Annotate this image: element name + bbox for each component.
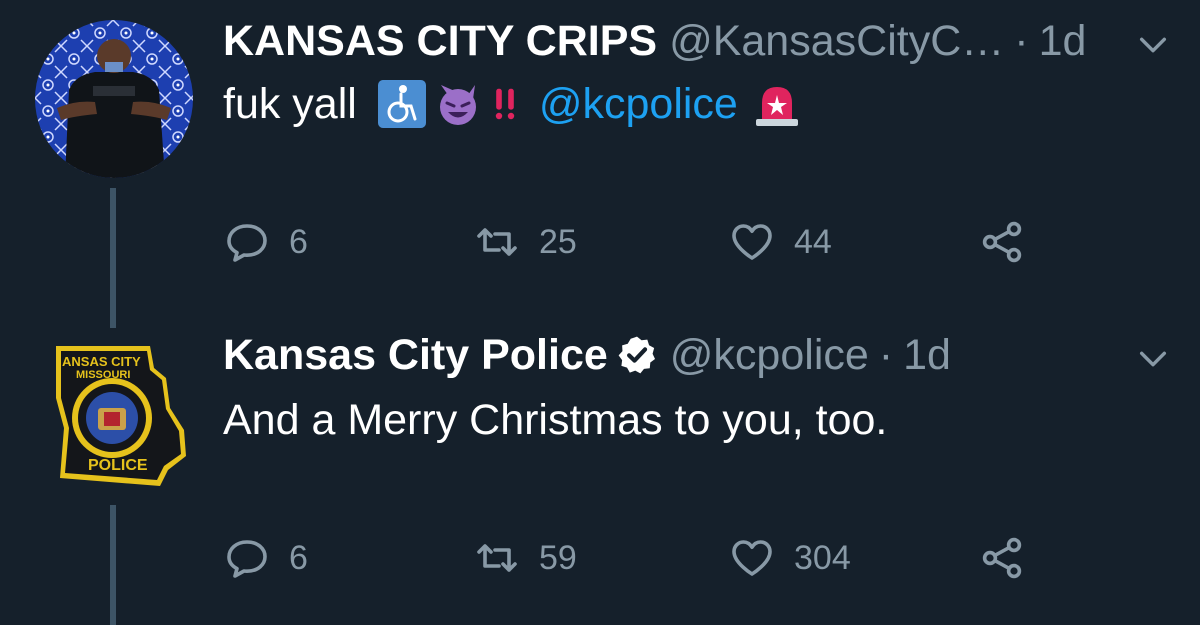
verified-badge-icon	[618, 336, 655, 374]
heart-icon	[732, 540, 772, 576]
reply-button[interactable]: 6	[223, 217, 308, 267]
chevron-down-icon[interactable]	[1136, 342, 1170, 376]
badge-sub-text: MISSOURI	[76, 369, 130, 381]
share-button[interactable]	[978, 533, 1044, 583]
wheelchair-emoji-icon	[377, 80, 426, 128]
reply-count: 6	[289, 222, 308, 261]
mention-link[interactable]: @kcpolice	[539, 80, 738, 129]
thread-line	[110, 505, 116, 625]
police-light-emoji-icon	[755, 87, 798, 126]
like-button[interactable]: 44	[728, 217, 832, 267]
tweet[interactable]: ANSAS CITY MISSOURI POLICE Kansas City P…	[0, 320, 1200, 625]
heart-icon	[732, 224, 772, 260]
badge-top-text: ANSAS CITY	[62, 354, 141, 369]
retweet-count: 25	[539, 222, 577, 261]
double-exclamation-emoji-icon	[495, 88, 515, 120]
timestamp[interactable]: 1d	[1039, 17, 1087, 66]
like-button[interactable]: 304	[728, 533, 851, 583]
police-badge-avatar: ANSAS CITY MISSOURI POLICE	[56, 346, 186, 486]
avatar[interactable]	[35, 20, 193, 178]
chevron-down-icon[interactable]	[1136, 28, 1170, 62]
retweet-button[interactable]: 59	[473, 533, 577, 583]
smiling-imp-emoji-icon	[439, 85, 476, 125]
share-icon	[982, 221, 1022, 263]
retweet-count: 59	[539, 538, 577, 577]
reply-count: 6	[289, 538, 308, 577]
thread-line	[110, 188, 116, 328]
reply-button[interactable]: 6	[223, 533, 308, 583]
user-handle[interactable]: @KansasCityC…	[669, 17, 1004, 66]
retweet-icon	[477, 228, 517, 256]
tweet[interactable]: KANSAS CITY CRIPS @KansasCityC… · 1d fuk…	[0, 0, 1200, 328]
tweet-header: KANSAS CITY CRIPS @KansasCityC… · 1d	[223, 16, 1170, 66]
like-count: 304	[794, 538, 851, 577]
separator-dot: ·	[1014, 16, 1029, 65]
reply-icon	[227, 540, 267, 578]
tweet-text: And a Merry Christmas to you, too.	[223, 392, 1170, 448]
user-handle[interactable]: @kcpolice	[670, 331, 869, 380]
reply-icon	[227, 224, 267, 262]
tweet-actions: 6 25 44	[223, 217, 1043, 267]
tweet-actions: 6 59 304	[223, 533, 1043, 583]
display-name[interactable]: KANSAS CITY CRIPS	[223, 17, 657, 66]
retweet-button[interactable]: 25	[473, 217, 577, 267]
tweet-text: fuk yall @kcpolice	[223, 76, 1170, 132]
avatar-image	[35, 20, 193, 178]
separator-dot: ·	[878, 330, 894, 379]
tweet-body: fuk yall	[223, 79, 357, 128]
avatar[interactable]: ANSAS CITY MISSOURI POLICE	[48, 338, 190, 488]
badge-bottom-text: POLICE	[88, 457, 148, 474]
share-button[interactable]	[978, 217, 1044, 267]
retweet-icon	[477, 544, 517, 572]
timestamp[interactable]: 1d	[903, 331, 951, 380]
tweet-header: Kansas City Police @kcpolice · 1d	[223, 330, 1170, 380]
like-count: 44	[794, 222, 832, 261]
tweet-body: And a Merry Christmas to you, too.	[223, 395, 888, 444]
share-icon	[982, 537, 1022, 579]
display-name[interactable]: Kansas City Police	[223, 331, 608, 380]
